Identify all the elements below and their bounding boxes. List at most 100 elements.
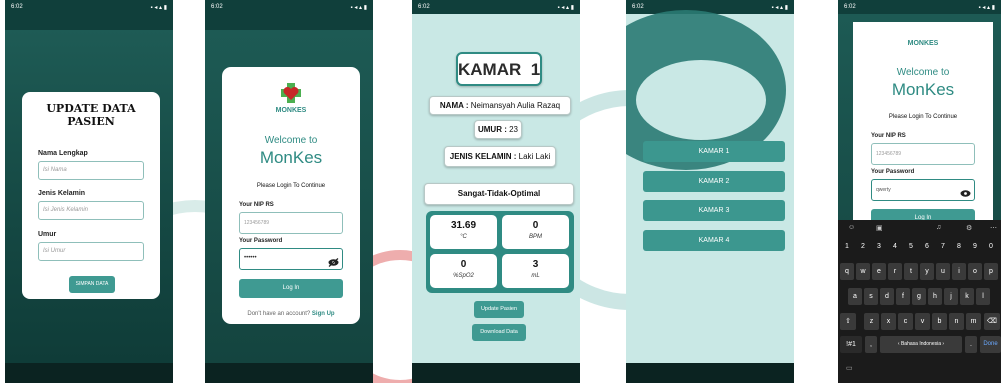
backspace-key[interactable]: ⌫ bbox=[984, 313, 1000, 330]
room-button-3[interactable]: KAMAR 3 bbox=[643, 200, 785, 221]
key-d[interactable]: d bbox=[880, 288, 894, 305]
update-pasien-button[interactable]: Update Pasien bbox=[474, 301, 524, 318]
status-time: 6:02 bbox=[211, 4, 223, 10]
number-key-0[interactable]: 0 bbox=[984, 240, 998, 254]
spo2-unit: %SpO2 bbox=[453, 273, 474, 279]
phone-room-detail: 6:02 ▪ ◂ ▴ ▮ KAMAR 1 NAMA : Neimansyah A… bbox=[412, 0, 580, 383]
download-data-button[interactable]: Download Data bbox=[472, 324, 526, 341]
key-x[interactable]: x bbox=[881, 313, 896, 330]
password-label: Your Password bbox=[871, 169, 915, 175]
key-v[interactable]: v bbox=[915, 313, 930, 330]
bg-swirl bbox=[636, 60, 766, 140]
phone-login-keyboard: 6:02 ▪ ◂ ▴ ▮ MONKES Welcome to MonKes Pl… bbox=[838, 0, 1001, 383]
status-time: 6:02 bbox=[418, 4, 430, 10]
key-n[interactable]: n bbox=[949, 313, 964, 330]
jenis-kelamin-input[interactable]: Isi Jenis Kelamin bbox=[38, 201, 144, 220]
number-key-7[interactable]: 7 bbox=[936, 240, 950, 254]
key-t[interactable]: t bbox=[904, 263, 918, 280]
key-z[interactable]: z bbox=[864, 313, 879, 330]
login-button[interactable]: Log In bbox=[239, 279, 343, 298]
keyboard-collapse-icon[interactable]: ▭ bbox=[846, 364, 853, 372]
comma-key[interactable]: , bbox=[865, 336, 877, 353]
symbols-key[interactable]: !#1 bbox=[840, 336, 862, 353]
status-bar: 6:02 ▪ ◂ ▴ ▮ bbox=[838, 0, 1001, 14]
sticker-icon[interactable]: ▣ bbox=[876, 224, 883, 232]
status-time: 6:02 bbox=[632, 4, 644, 10]
app-name: MonKes bbox=[891, 80, 955, 99]
number-key-5[interactable]: 5 bbox=[904, 240, 918, 254]
key-j[interactable]: j bbox=[944, 288, 958, 305]
nip-label: Your NIP RS bbox=[239, 202, 274, 208]
nip-label: Your NIP RS bbox=[871, 133, 906, 139]
update-form-card: UPDATE DATA PASIEN Nama Lengkap Isi Nama… bbox=[22, 92, 160, 299]
form-title-line2: PASIEN bbox=[67, 115, 115, 128]
number-key-6[interactable]: 6 bbox=[920, 240, 934, 254]
key-m[interactable]: m bbox=[966, 313, 981, 330]
key-h[interactable]: h bbox=[928, 288, 942, 305]
key-a[interactable]: a bbox=[848, 288, 862, 305]
more-icon[interactable]: ⋯ bbox=[990, 224, 997, 232]
key-q[interactable]: q bbox=[840, 263, 854, 280]
space-right-icon: › bbox=[941, 341, 945, 347]
room-button-1[interactable]: KAMAR 1 bbox=[643, 141, 785, 162]
key-i[interactable]: i bbox=[952, 263, 966, 280]
nip-input[interactable]: 123456789 bbox=[871, 143, 975, 165]
period-key[interactable]: . bbox=[965, 336, 977, 353]
room-button-2[interactable]: KAMAR 2 bbox=[643, 171, 785, 192]
key-w[interactable]: w bbox=[856, 263, 870, 280]
number-key-1[interactable]: 1 bbox=[840, 240, 854, 254]
brand-name: MONKES bbox=[907, 40, 939, 47]
key-g[interactable]: g bbox=[912, 288, 926, 305]
emoji-icon[interactable]: ☺ bbox=[848, 224, 855, 231]
condition-status: Sangat-Tidak-Optimal bbox=[424, 183, 574, 205]
key-k[interactable]: k bbox=[960, 288, 974, 305]
spo2-metric: 0 %SpO2 bbox=[430, 254, 497, 288]
phone-update-data: 6:02 ▪ ◂ ▴ ▮ UPDATE DATA PASIEN Nama Len… bbox=[5, 0, 173, 383]
jenis-kelamin-label: Jenis Kelamin bbox=[38, 190, 86, 197]
welcome-text: Welcome to bbox=[264, 135, 318, 146]
space-key[interactable]: ‹ Bahasa Indonesia › bbox=[880, 336, 962, 353]
number-key-2[interactable]: 2 bbox=[856, 240, 870, 254]
key-f[interactable]: f bbox=[896, 288, 910, 305]
temperature-metric: 31.69 °C bbox=[430, 215, 497, 249]
key-u[interactable]: u bbox=[936, 263, 950, 280]
eye-off-icon[interactable] bbox=[328, 254, 339, 267]
signup-prompt: Don't have an account? bbox=[247, 311, 311, 317]
key-l[interactable]: l bbox=[976, 288, 990, 305]
key-b[interactable]: b bbox=[932, 313, 947, 330]
simpan-data-button[interactable]: SIMPAN DATA bbox=[69, 276, 115, 293]
key-p[interactable]: p bbox=[984, 263, 998, 280]
signup-link[interactable]: Sign Up bbox=[312, 311, 335, 317]
jenis-kelamin-value: Laki Laki bbox=[518, 152, 551, 161]
settings-icon[interactable]: ⚙ bbox=[966, 224, 972, 232]
umur-label: UMUR : bbox=[477, 125, 507, 134]
number-key-4[interactable]: 4 bbox=[888, 240, 902, 254]
heart-rate-unit: BPM bbox=[528, 234, 542, 240]
nama-input[interactable]: Isi Nama bbox=[38, 161, 144, 180]
key-e[interactable]: e bbox=[872, 263, 886, 280]
keyboard-row-1: qwertyuiop bbox=[838, 263, 1001, 280]
status-icons: ▪ ◂ ▴ ▮ bbox=[978, 5, 995, 11]
key-c[interactable]: c bbox=[898, 313, 913, 330]
screenshot-collage: 6:02 ▪ ◂ ▴ ▮ UPDATE DATA PASIEN Nama Len… bbox=[0, 0, 1001, 383]
umur-label: Umur bbox=[38, 231, 57, 238]
status-bar: 6:02 ▪ ◂ ▴ ▮ bbox=[412, 0, 580, 14]
number-key-9[interactable]: 9 bbox=[968, 240, 982, 254]
number-key-8[interactable]: 8 bbox=[952, 240, 966, 254]
number-key-3[interactable]: 3 bbox=[872, 240, 886, 254]
key-r[interactable]: r bbox=[888, 263, 902, 280]
status-icons: ▪ ◂ ▴ ▮ bbox=[557, 5, 574, 11]
umur-input[interactable]: Isi Umur bbox=[38, 242, 144, 261]
key-s[interactable]: s bbox=[864, 288, 878, 305]
brand-name: MONKES bbox=[275, 107, 307, 114]
mic-icon[interactable]: ♫ bbox=[936, 224, 941, 231]
app-name: MonKes bbox=[259, 148, 323, 167]
room-button-4[interactable]: KAMAR 4 bbox=[643, 230, 785, 251]
nip-input[interactable]: 123456789 bbox=[239, 212, 343, 234]
nav-bar bbox=[205, 363, 373, 383]
eye-icon[interactable] bbox=[960, 185, 971, 197]
volume-value: 3 bbox=[532, 259, 539, 270]
done-key[interactable]: Done bbox=[980, 336, 1001, 353]
key-y[interactable]: y bbox=[920, 263, 934, 280]
key-o[interactable]: o bbox=[968, 263, 982, 280]
